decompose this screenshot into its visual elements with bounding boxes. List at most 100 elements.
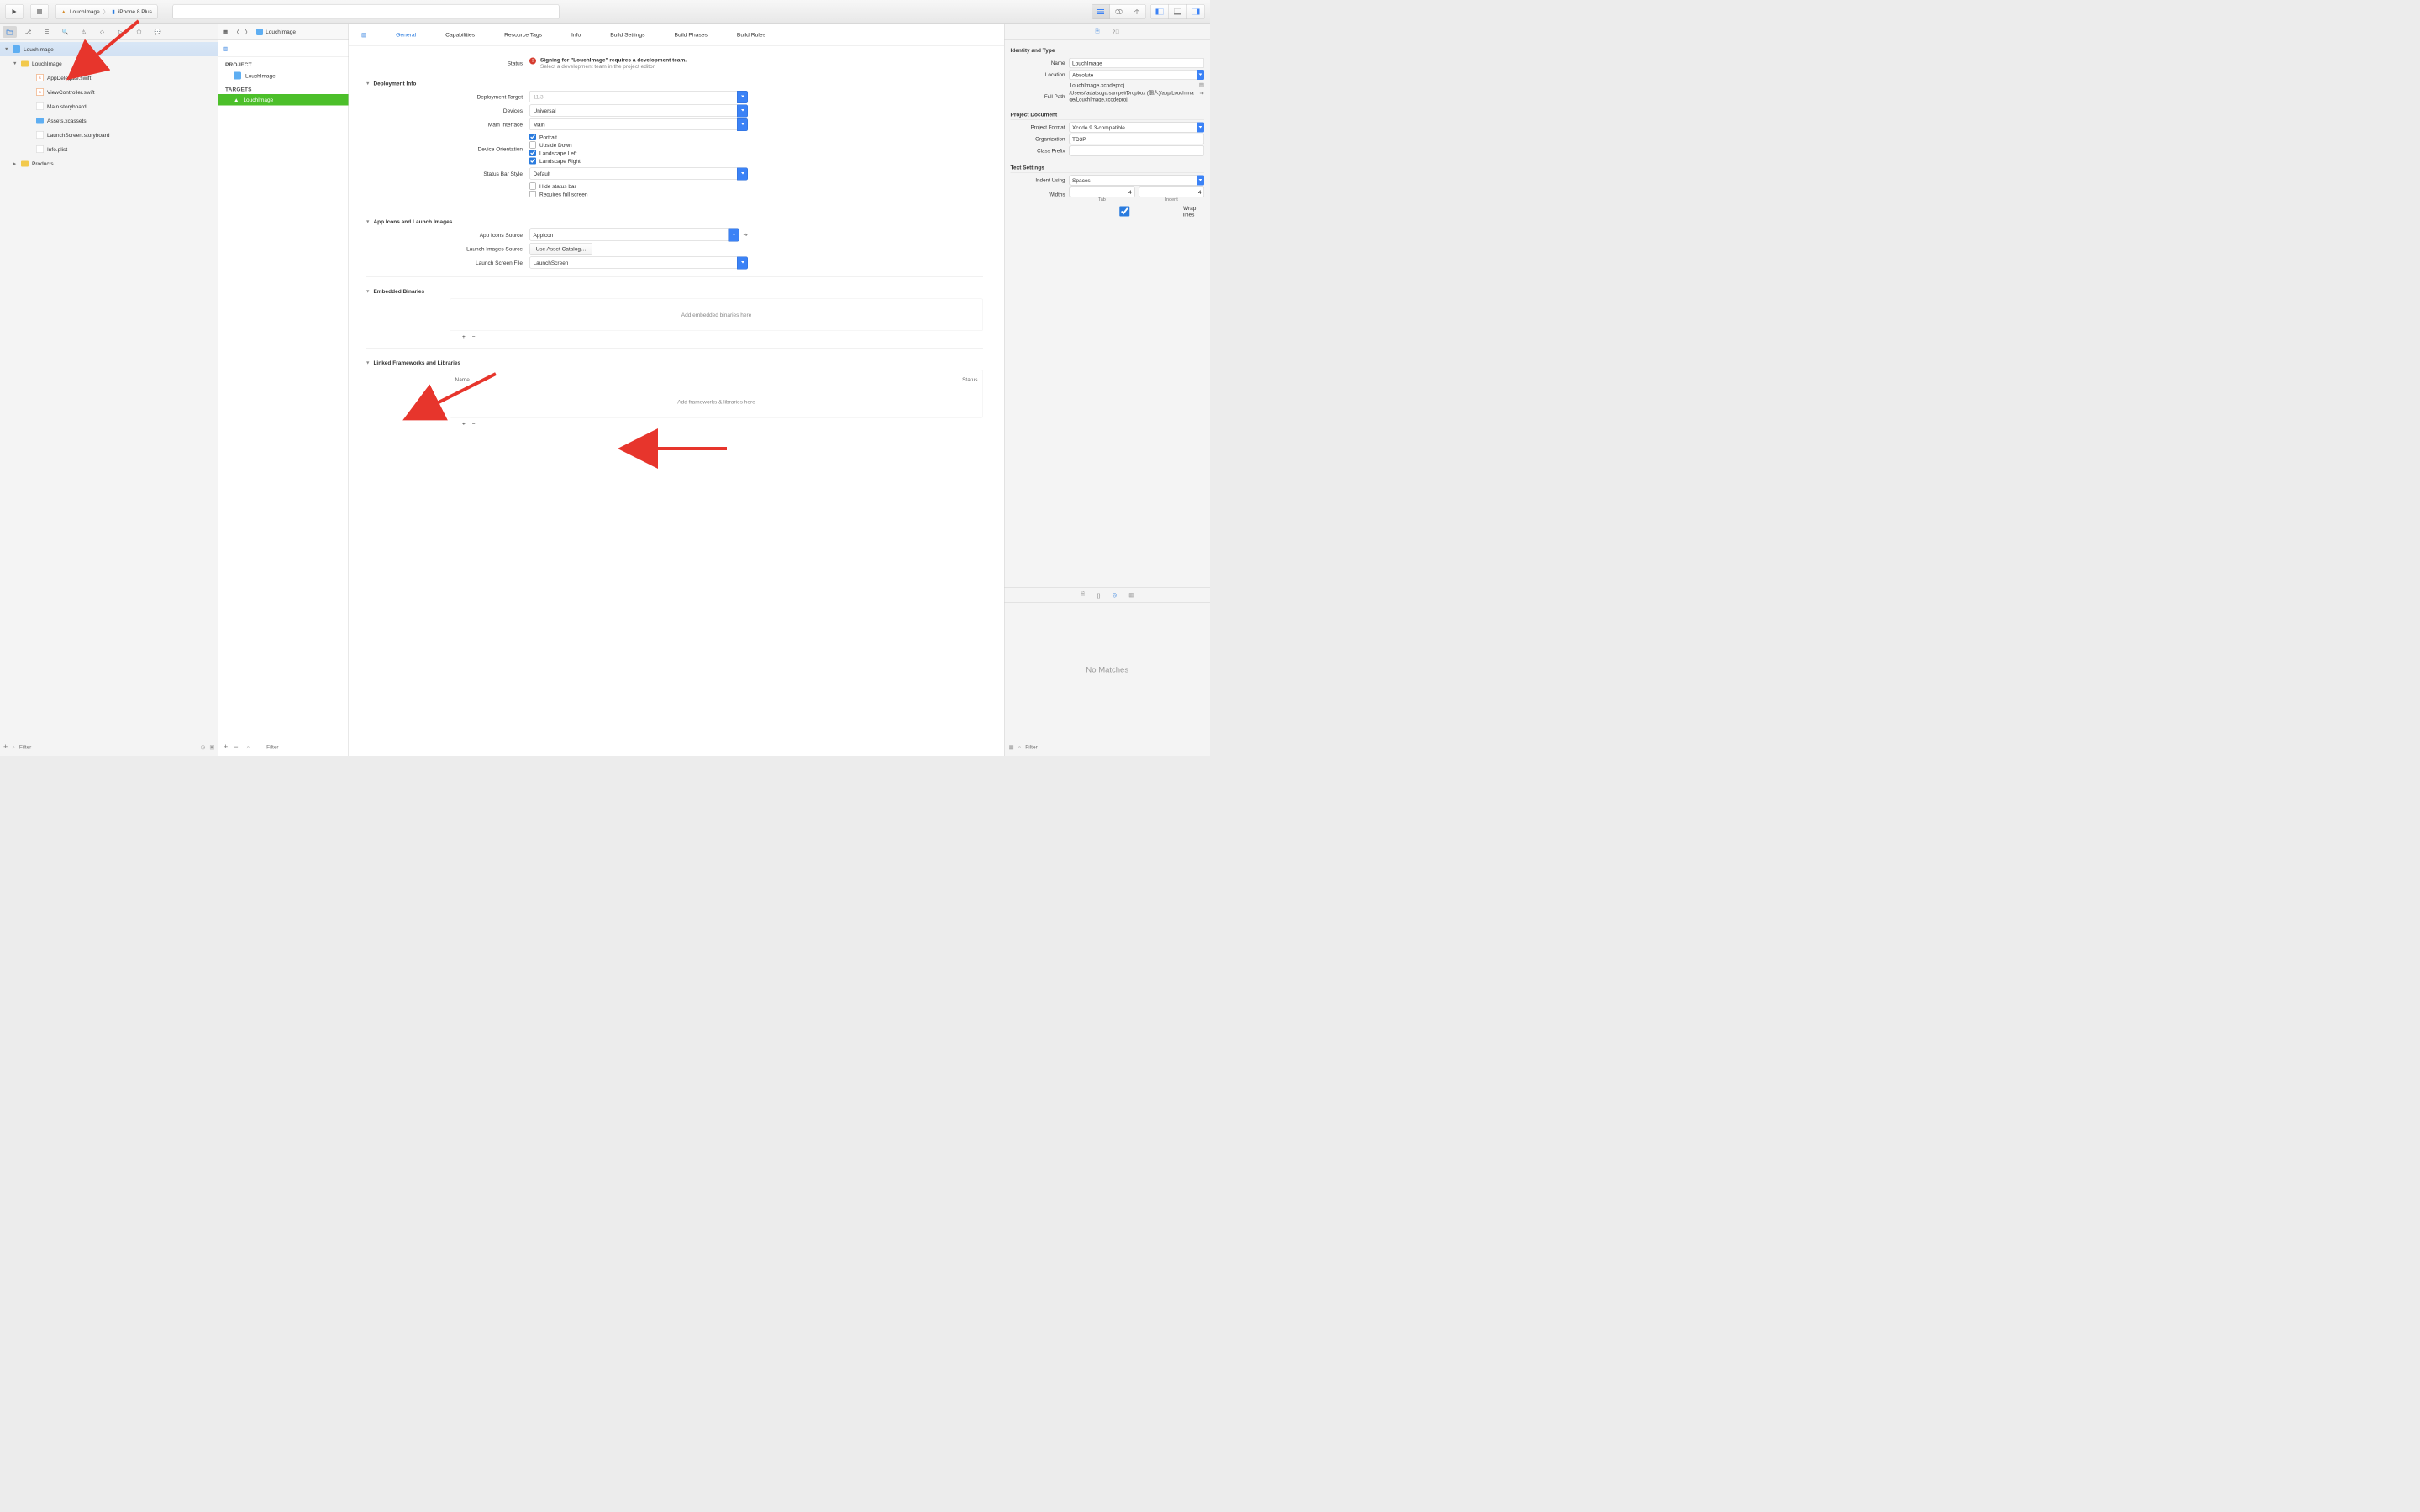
outline-toggle-icon[interactable]: ▥: [223, 45, 228, 52]
jump-bar[interactable]: ▦ 〈 〉 LouchImage: [218, 24, 349, 40]
landscape-left-checkbox[interactable]: [529, 150, 536, 156]
file-item[interactable]: sViewController.swift: [0, 85, 218, 99]
library-tabs[interactable]: 🗎 {} ◎ ▥: [1005, 587, 1211, 603]
settings-tabs[interactable]: ▥ General Capabilities Resource Tags Inf…: [349, 24, 1004, 46]
tab-info[interactable]: Info: [571, 32, 581, 39]
use-asset-catalog-button[interactable]: Use Asset Catalog…: [529, 243, 592, 255]
object-library-icon[interactable]: ◎: [1113, 592, 1118, 599]
editor-mode-segment[interactable]: [1092, 4, 1146, 19]
add-icon[interactable]: +: [3, 743, 8, 752]
file-item[interactable]: Main.storyboard: [0, 99, 218, 113]
tab-resource-tags[interactable]: Resource Tags: [504, 32, 542, 39]
location-select[interactable]: Absolute: [1070, 70, 1205, 80]
assistant-editor-icon[interactable]: [1110, 4, 1128, 19]
group-item[interactable]: ▼LouchImage: [0, 56, 218, 71]
stop-button[interactable]: [30, 4, 49, 19]
file-item[interactable]: Assets.xcassets: [0, 113, 218, 128]
media-library-icon[interactable]: ▥: [1128, 592, 1134, 599]
filter-icon[interactable]: ⌕: [247, 743, 250, 750]
tab-build-settings[interactable]: Build Settings: [610, 32, 644, 39]
tab-build-phases[interactable]: Build Phases: [675, 32, 708, 39]
standard-editor-icon[interactable]: [1092, 4, 1110, 19]
run-button[interactable]: [5, 4, 24, 19]
reveal-icon[interactable]: ➔: [1200, 90, 1204, 103]
file-template-library-icon[interactable]: 🗎: [1081, 591, 1085, 600]
panel-toggle-segment[interactable]: [1150, 4, 1205, 19]
class-prefix-input[interactable]: [1070, 146, 1205, 156]
file-tree[interactable]: ▼LouchImage ▼LouchImage sAppDelegate.swi…: [0, 40, 218, 738]
linked-frameworks-header[interactable]: ▼Linked Frameworks and Libraries: [366, 360, 983, 366]
add-target-icon[interactable]: +: [224, 743, 228, 752]
deployment-info-header[interactable]: ▼Deployment Info: [366, 81, 983, 87]
tab-build-rules[interactable]: Build Rules: [737, 32, 765, 39]
version-editor-icon[interactable]: [1128, 4, 1146, 19]
project-root-item[interactable]: ▼LouchImage: [0, 42, 218, 56]
add-framework-icon[interactable]: +: [462, 421, 466, 428]
portrait-checkbox[interactable]: [529, 134, 536, 140]
symbol-navigator-tab-icon[interactable]: ☰: [39, 26, 54, 38]
test-navigator-tab-icon[interactable]: ◇: [95, 26, 109, 38]
inspector-tabs[interactable]: 🗎 ?⃝: [1005, 24, 1211, 40]
wrap-lines-checkbox[interactable]: [1070, 207, 1180, 217]
target-list-item[interactable]: ▲LouchImage: [218, 94, 349, 106]
remove-target-icon[interactable]: −: [234, 743, 238, 752]
embedded-binaries-header[interactable]: ▼Embedded Binaries: [366, 288, 983, 295]
upside-down-checkbox[interactable]: [529, 142, 536, 149]
app-icons-source-select[interactable]: [529, 229, 739, 241]
organization-input[interactable]: [1070, 134, 1205, 144]
tab-general[interactable]: General: [396, 32, 416, 39]
file-item[interactable]: Info.plist: [0, 142, 218, 156]
scm-filter-icon[interactable]: ▣: [209, 743, 214, 750]
left-panel-toggle-icon[interactable]: [1150, 4, 1169, 19]
bottom-panel-toggle-icon[interactable]: [1169, 4, 1187, 19]
breakpoint-navigator-tab-icon[interactable]: ⬠: [132, 26, 146, 38]
library-filter-input[interactable]: [1025, 744, 1206, 751]
debug-navigator-tab-icon[interactable]: ▷: [113, 26, 128, 38]
goto-icon[interactable]: ➔: [744, 232, 748, 239]
app-icons-header[interactable]: ▼App Icons and Launch Images: [366, 218, 983, 225]
clock-icon[interactable]: ◷: [201, 743, 206, 750]
remove-embedded-icon[interactable]: −: [472, 333, 476, 340]
quick-help-tab-icon[interactable]: ?⃝: [1113, 29, 1119, 35]
find-navigator-tab-icon[interactable]: 🔍: [58, 26, 72, 38]
devices-select[interactable]: [529, 105, 748, 117]
indent-width-input[interactable]: [1139, 187, 1204, 197]
indent-using-select[interactable]: Spaces: [1070, 176, 1205, 186]
source-control-tab-icon[interactable]: ⎇: [21, 26, 35, 38]
launch-screen-file-select[interactable]: [529, 257, 748, 269]
grid-view-icon[interactable]: ▦: [1009, 743, 1014, 750]
main-interface-select[interactable]: [529, 118, 748, 130]
forward-icon[interactable]: 〉: [245, 28, 251, 36]
code-snippet-library-icon[interactable]: {}: [1097, 592, 1100, 599]
file-item[interactable]: sAppDelegate.swift: [0, 71, 218, 85]
navigator-tabs[interactable]: ⎇ ☰ 🔍 ⚠ ◇ ▷ ⬠ 💬: [0, 24, 218, 40]
project-format-select[interactable]: Xcode 9.3-compatible: [1070, 123, 1205, 133]
back-icon[interactable]: 〈: [234, 28, 239, 36]
filter-icon[interactable]: ⌕: [1018, 743, 1022, 750]
file-item[interactable]: LaunchScreen.storyboard: [0, 128, 218, 142]
products-group-item[interactable]: ▶Products: [0, 156, 218, 171]
issue-navigator-tab-icon[interactable]: ⚠: [76, 26, 91, 38]
project-navigator-tab-icon[interactable]: [3, 26, 17, 38]
add-embedded-icon[interactable]: +: [462, 333, 466, 340]
scheme-selector[interactable]: ▲LouchImage 〉 ▮iPhone 8 Plus: [55, 4, 157, 19]
filter-icon[interactable]: ⌕: [12, 743, 15, 750]
tab-capabilities[interactable]: Capabilities: [445, 32, 475, 39]
hide-status-checkbox[interactable]: [529, 183, 536, 190]
project-list-item[interactable]: LouchImage: [218, 70, 349, 82]
deployment-target-select[interactable]: [529, 91, 748, 102]
targets-filter-input[interactable]: [255, 744, 345, 751]
outline-icon[interactable]: ▥: [361, 31, 366, 38]
status-bar-style-select[interactable]: [529, 168, 748, 180]
related-items-icon[interactable]: ▦: [223, 29, 228, 35]
requires-full-screen-checkbox[interactable]: [529, 191, 536, 197]
landscape-right-checkbox[interactable]: [529, 158, 536, 165]
name-input[interactable]: [1070, 58, 1205, 68]
file-inspector-tab-icon[interactable]: 🗎: [1095, 27, 1099, 36]
folder-icon[interactable]: ▤: [1199, 81, 1204, 88]
right-panel-toggle-icon[interactable]: [1186, 4, 1205, 19]
tab-width-input[interactable]: [1070, 187, 1135, 197]
navigator-filter-input[interactable]: [19, 741, 197, 753]
remove-framework-icon[interactable]: −: [472, 421, 476, 428]
report-navigator-tab-icon[interactable]: 💬: [150, 26, 165, 38]
